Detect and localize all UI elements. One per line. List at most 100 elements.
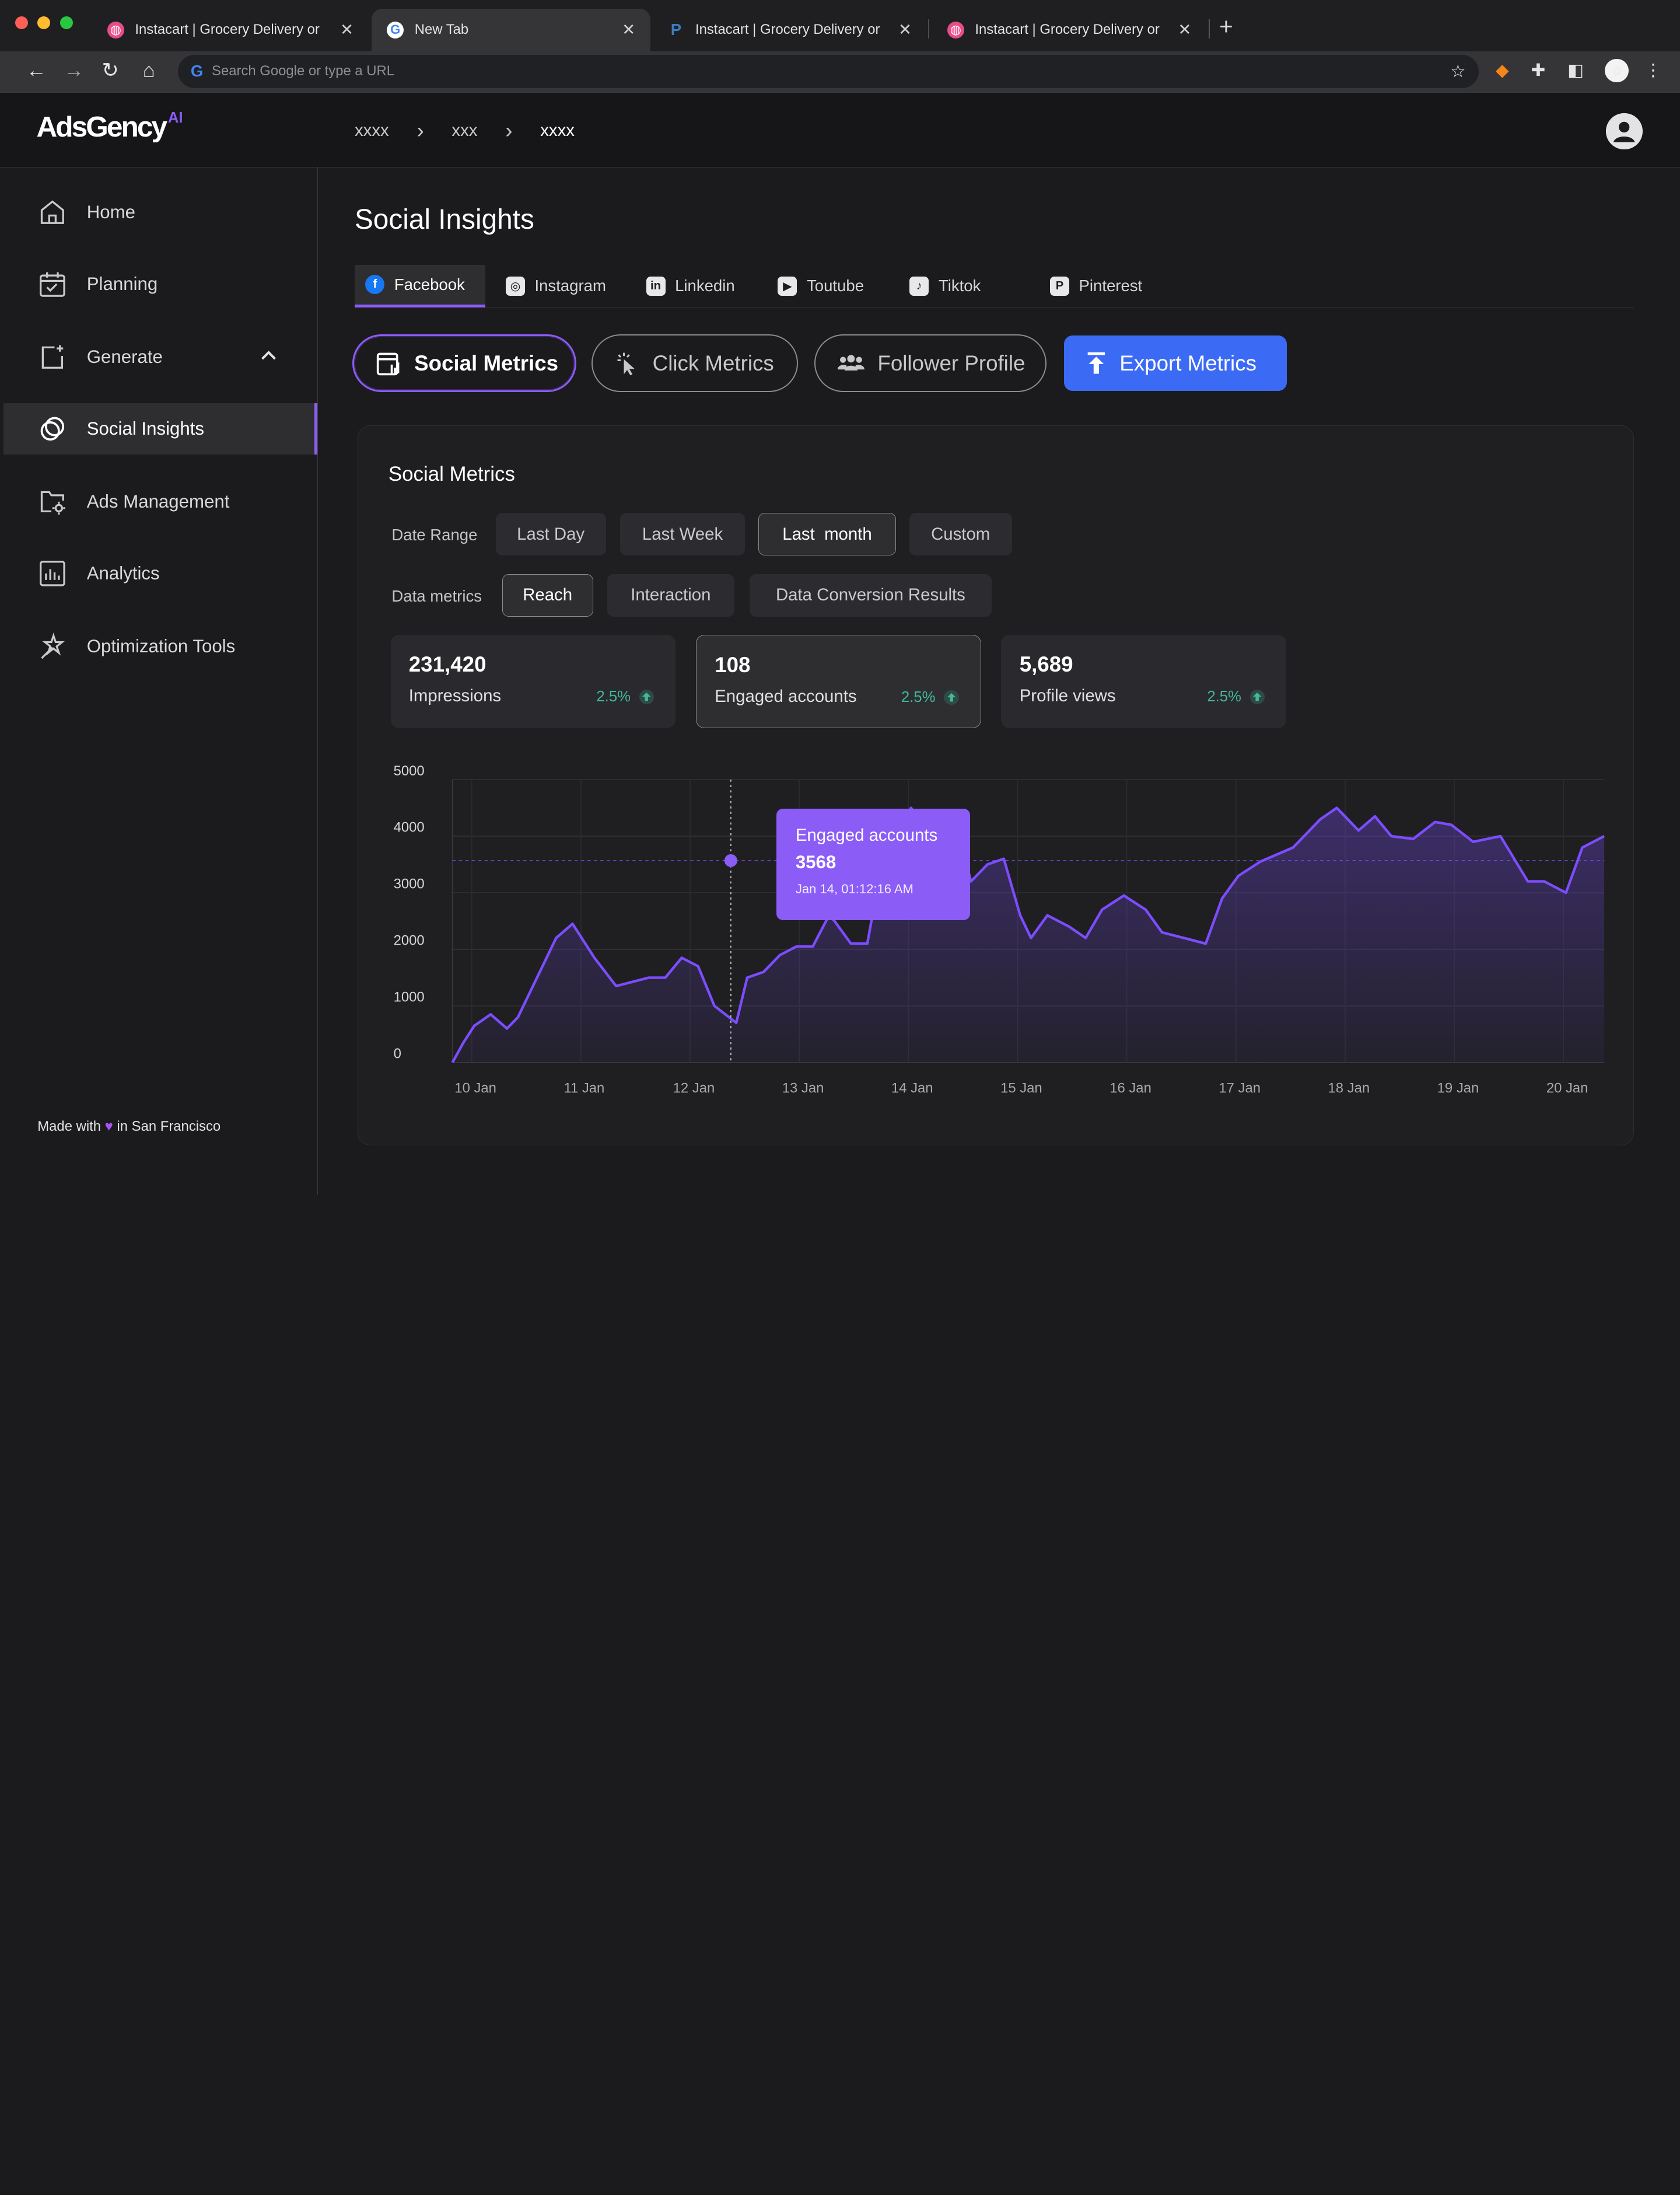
home-browser-icon[interactable]: ⌂ <box>136 59 162 82</box>
x-tick-label: 20 Jan <box>1546 1081 1588 1096</box>
maximize-window-button[interactable] <box>60 16 73 29</box>
heart-icon: ♥ <box>104 1119 113 1135</box>
export-metrics-button[interactable]: Export Metrics <box>1063 335 1287 392</box>
google-icon: G <box>190 62 204 81</box>
browser-profile-avatar[interactable]: ☺ <box>1605 59 1629 83</box>
tab-label: Tiktok <box>938 277 981 295</box>
browser-tab[interactable]: P Instacart | Grocery Delivery or ✕ <box>653 9 927 51</box>
sidebar-item-social-insights[interactable]: Social Insights <box>3 403 317 455</box>
button-label: Export Metrics <box>1119 351 1256 375</box>
x-tick-label: 10 Jan <box>455 1081 497 1096</box>
chevron-right-icon: › <box>416 118 424 143</box>
app-header: AdsGency AI xxxx › xxx › xxxx <box>0 92 1680 167</box>
x-tick-label: 17 Jan <box>1219 1081 1261 1096</box>
y-tick-label: 5000 <box>394 763 425 779</box>
tab-title: Instacart | Grocery Delivery or <box>135 22 320 38</box>
close-tab-icon[interactable]: ✕ <box>1178 20 1191 39</box>
footer-location: in San Francisco <box>117 1119 221 1135</box>
reload-icon[interactable]: ↻ <box>97 59 123 82</box>
tab-linkedin[interactable]: in Linkedin <box>635 265 735 307</box>
cursor-click-icon <box>614 351 640 376</box>
chart-tooltip: Engaged accounts 3568 Jan 14, 01:12:16 A… <box>776 808 971 920</box>
browser-tab-bar: ◍ Instacart | Grocery Delivery or ✕ G Ne… <box>0 0 1680 52</box>
sidebar-item-home[interactable]: Home <box>4 187 317 238</box>
tab-label: Pinterest <box>1079 277 1143 295</box>
chevron-right-icon: › <box>505 118 513 143</box>
side-panel-icon[interactable]: ◧ <box>1567 60 1584 81</box>
instagram-icon: ◎ <box>505 276 525 296</box>
screen: ◍ Instacart | Grocery Delivery or ✕ G Ne… <box>0 0 1680 1195</box>
tab-facebook[interactable]: f Facebook <box>354 264 485 308</box>
y-tick-label: 1000 <box>394 990 425 1005</box>
magic-wand-icon <box>37 631 67 661</box>
tab-label: Linkedin <box>675 277 735 295</box>
tab-separator <box>1208 19 1210 39</box>
bookmark-star-icon[interactable]: ☆ <box>1450 61 1465 82</box>
social-insights-icon <box>37 414 67 443</box>
click-metrics-button[interactable]: Click Metrics <box>591 334 799 393</box>
extensions-puzzle-icon[interactable]: ✚ <box>1531 60 1546 81</box>
x-tick-label: 16 Jan <box>1110 1081 1152 1096</box>
metamask-extension-icon[interactable]: ◆ <box>1496 60 1509 81</box>
tab-title: Instacart | Grocery Delivery or <box>975 22 1160 38</box>
dribbble-icon: ◍ <box>947 21 964 39</box>
user-avatar[interactable] <box>1606 113 1643 150</box>
breadcrumb-item[interactable]: xxxx <box>355 121 389 141</box>
pinterest-icon: P <box>1049 276 1069 296</box>
close-window-button[interactable] <box>15 16 28 29</box>
tooltip-value: 3568 <box>795 852 836 873</box>
new-tab-icon[interactable]: + <box>1219 13 1233 40</box>
chevron-up-icon[interactable] <box>259 346 278 370</box>
browser-tab[interactable]: ◍ Instacart | Grocery Delivery or ✕ <box>932 9 1206 51</box>
browser-menu-icon[interactable]: ⋮ <box>1644 60 1661 81</box>
close-tab-icon[interactable]: ✕ <box>898 20 912 39</box>
button-label: Social Metrics <box>414 351 559 375</box>
tab-label: Facebook <box>394 275 465 293</box>
youtube-icon: ▶ <box>778 276 797 296</box>
generate-icon <box>37 342 67 372</box>
tab-separator <box>928 19 929 39</box>
sidebar-item-generate[interactable]: Generate <box>4 331 317 383</box>
sidebar-item-label: Analytics <box>86 562 160 583</box>
browser-tab[interactable]: ◍ Instacart | Grocery Delivery or ✕ <box>92 9 369 51</box>
follower-profile-button[interactable]: Follower Profile <box>814 334 1047 393</box>
tab-pinterest[interactable]: P Pinterest <box>1040 265 1143 307</box>
x-tick-label: 14 Jan <box>891 1081 933 1096</box>
users-group-icon <box>837 351 865 375</box>
x-tick-label: 12 Jan <box>673 1081 715 1096</box>
address-bar[interactable]: G Search Google or type a URL ☆ <box>177 54 1479 88</box>
tab-instagram[interactable]: ◎ Instagram <box>495 265 606 307</box>
sidebar-item-optimization-tools[interactable]: Optimization Tools <box>4 620 317 672</box>
social-metrics-button[interactable]: Social Metrics <box>352 334 577 393</box>
minimize-window-button[interactable] <box>37 16 51 29</box>
x-tick-label: 13 Jan <box>782 1081 824 1096</box>
dribbble-icon: ◍ <box>107 21 125 39</box>
x-tick-label: 19 Jan <box>1437 1081 1479 1096</box>
y-tick-label: 0 <box>394 1046 401 1062</box>
browser-toolbar: ← → ↻ ⌂ G Search Google or type a URL ☆ … <box>0 51 1680 92</box>
window-controls <box>15 16 73 29</box>
back-icon[interactable]: ← <box>23 59 49 82</box>
close-tab-icon[interactable]: ✕ <box>622 20 635 39</box>
sidebar-item-ads-management[interactable]: Ads Management <box>4 476 317 527</box>
tab-tiktok[interactable]: ♪ Tiktok <box>899 265 981 307</box>
tab-title: Instacart | Grocery Delivery or <box>695 22 880 38</box>
app-logo[interactable]: AdsGency AI <box>36 110 183 144</box>
sidebar-item-planning[interactable]: Planning <box>4 258 317 310</box>
y-tick-label: 3000 <box>394 876 425 892</box>
tab-label: Instagram <box>534 277 606 295</box>
home-icon <box>37 197 67 227</box>
engagement-line-chart[interactable]: 0 1000 2000 3000 4000 5000 10 Jan 11 Jan 12 Jan 1… <box>358 426 1634 1146</box>
sidebar-item-analytics[interactable]: Analytics <box>4 548 317 599</box>
close-tab-icon[interactable]: ✕ <box>340 20 354 39</box>
tab-youtube[interactable]: ▶ Toutube <box>767 265 864 307</box>
paypal-icon: P <box>670 20 682 39</box>
browser-tab-active[interactable]: G New Tab ✕ <box>372 8 650 52</box>
sidebar-item-label: Optimization Tools <box>86 635 236 656</box>
sidebar-item-label: Social Insights <box>86 418 205 439</box>
sidebar-item-label: Planning <box>86 273 158 294</box>
tooltip-title: Engaged accounts <box>795 826 938 845</box>
breadcrumb-item[interactable]: xxx <box>452 121 477 141</box>
analytics-icon <box>37 558 67 588</box>
forward-icon[interactable]: → <box>61 59 87 82</box>
